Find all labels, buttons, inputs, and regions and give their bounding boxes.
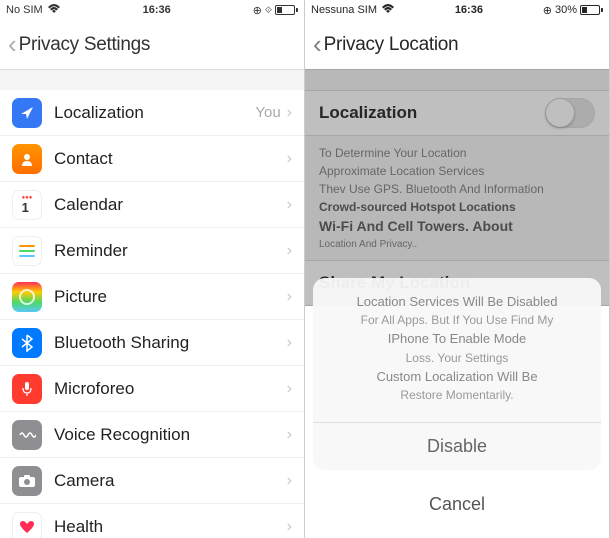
orientation-lock-icon: ⊕ — [253, 4, 262, 17]
row-contact[interactable]: Contact › — [0, 136, 304, 182]
row-label: Microforeo — [54, 379, 287, 399]
nav-bar: ‹ Privacy Settings — [0, 20, 304, 70]
row-picture[interactable]: Picture › — [0, 274, 304, 320]
row-label: Calendar — [54, 195, 287, 215]
chevron-right-icon: › — [287, 196, 292, 214]
bluetooth-icon — [12, 328, 42, 358]
row-label: Localization — [319, 103, 545, 123]
row-value: You — [255, 104, 280, 121]
row-localization-toggle[interactable]: Localization — [305, 90, 609, 136]
microphone-icon — [12, 374, 42, 404]
wifi-icon — [47, 4, 61, 17]
row-localization[interactable]: Localization You › — [0, 90, 304, 136]
chevron-right-icon: › — [287, 472, 292, 490]
row-label: Voice Recognition — [54, 425, 287, 445]
camera-icon — [12, 466, 42, 496]
chevron-right-icon: › — [287, 334, 292, 352]
battery-percent: 30% — [555, 4, 577, 16]
chevron-right-icon: › — [287, 150, 292, 168]
battery-icon — [580, 5, 603, 15]
heart-icon — [12, 512, 42, 538]
chevron-right-icon: › — [287, 518, 292, 536]
disable-button[interactable]: Disable — [313, 422, 601, 470]
nav-title: Privacy Settings — [19, 34, 150, 56]
chevron-right-icon: › — [287, 104, 292, 122]
orientation-lock-icon: ⊕ — [543, 4, 552, 17]
back-button[interactable]: ‹ — [313, 29, 322, 60]
cancel-button[interactable]: Cancel — [313, 478, 601, 530]
row-health[interactable]: Health › — [0, 504, 304, 538]
action-sheet: Location Services Will Be Disabled For A… — [313, 278, 601, 531]
nav-title: Privacy Location — [324, 34, 459, 56]
row-bluetooth[interactable]: Bluetooth Sharing › — [0, 320, 304, 366]
row-calendar[interactable]: ●●●1 Calendar › — [0, 182, 304, 228]
battery-icon — [275, 5, 298, 15]
time-text: 16:36 — [143, 4, 171, 16]
alert-sheet: Location Services Will Be Disabled For A… — [313, 278, 601, 471]
content: Localization To Determine Your Location … — [305, 70, 609, 306]
row-label: Health — [54, 517, 287, 537]
row-label: Bluetooth Sharing — [54, 333, 287, 353]
carrier-text: Nessuna SIM — [311, 4, 377, 16]
status-bar: No SIM 16:36 ⊕ ⟐ — [0, 0, 304, 20]
calendar-icon: ●●●1 — [12, 190, 42, 220]
contacts-icon — [12, 144, 42, 174]
wifi-icon — [381, 4, 395, 17]
screen-privacy-settings: No SIM 16:36 ⊕ ⟐ ‹ Privacy Settings Loca… — [0, 0, 305, 538]
chevron-right-icon: › — [287, 426, 292, 444]
content: Localization You › Contact › ●●●1 Calend… — [0, 70, 304, 538]
time-text: 16:36 — [455, 4, 483, 16]
reminders-icon — [12, 236, 42, 266]
photos-icon — [12, 282, 42, 312]
settings-list: Localization You › Contact › ●●●1 Calend… — [0, 90, 304, 538]
row-label: Picture — [54, 287, 287, 307]
row-voice[interactable]: Voice Recognition › — [0, 412, 304, 458]
localization-toggle[interactable] — [545, 98, 595, 128]
carrier-text: No SIM — [6, 4, 43, 16]
row-label: Camera — [54, 471, 287, 491]
back-button[interactable]: ‹ — [8, 29, 17, 60]
chevron-right-icon: › — [287, 380, 292, 398]
screen-privacy-location: Nessuna SIM 16:36 ⊕ 30% ‹ Privacy Locati… — [305, 0, 610, 538]
chevron-right-icon: › — [287, 288, 292, 306]
status-bar: Nessuna SIM 16:36 ⊕ 30% — [305, 0, 609, 20]
row-camera[interactable]: Camera › — [0, 458, 304, 504]
chevron-right-icon: › — [287, 242, 292, 260]
row-reminder[interactable]: Reminder › — [0, 228, 304, 274]
voice-wave-icon — [12, 420, 42, 450]
row-label: Contact — [54, 149, 287, 169]
info-text: To Determine Your Location Approximate L… — [305, 136, 609, 260]
location-arrow-icon — [12, 98, 42, 128]
row-microphone[interactable]: Microforeo › — [0, 366, 304, 412]
bluetooth-icon: ⟐ — [265, 5, 272, 16]
row-label: Localization — [54, 103, 255, 123]
alert-message: Location Services Will Be Disabled For A… — [313, 278, 601, 423]
nav-bar: ‹ Privacy Location — [305, 20, 609, 70]
row-label: Reminder — [54, 241, 287, 261]
